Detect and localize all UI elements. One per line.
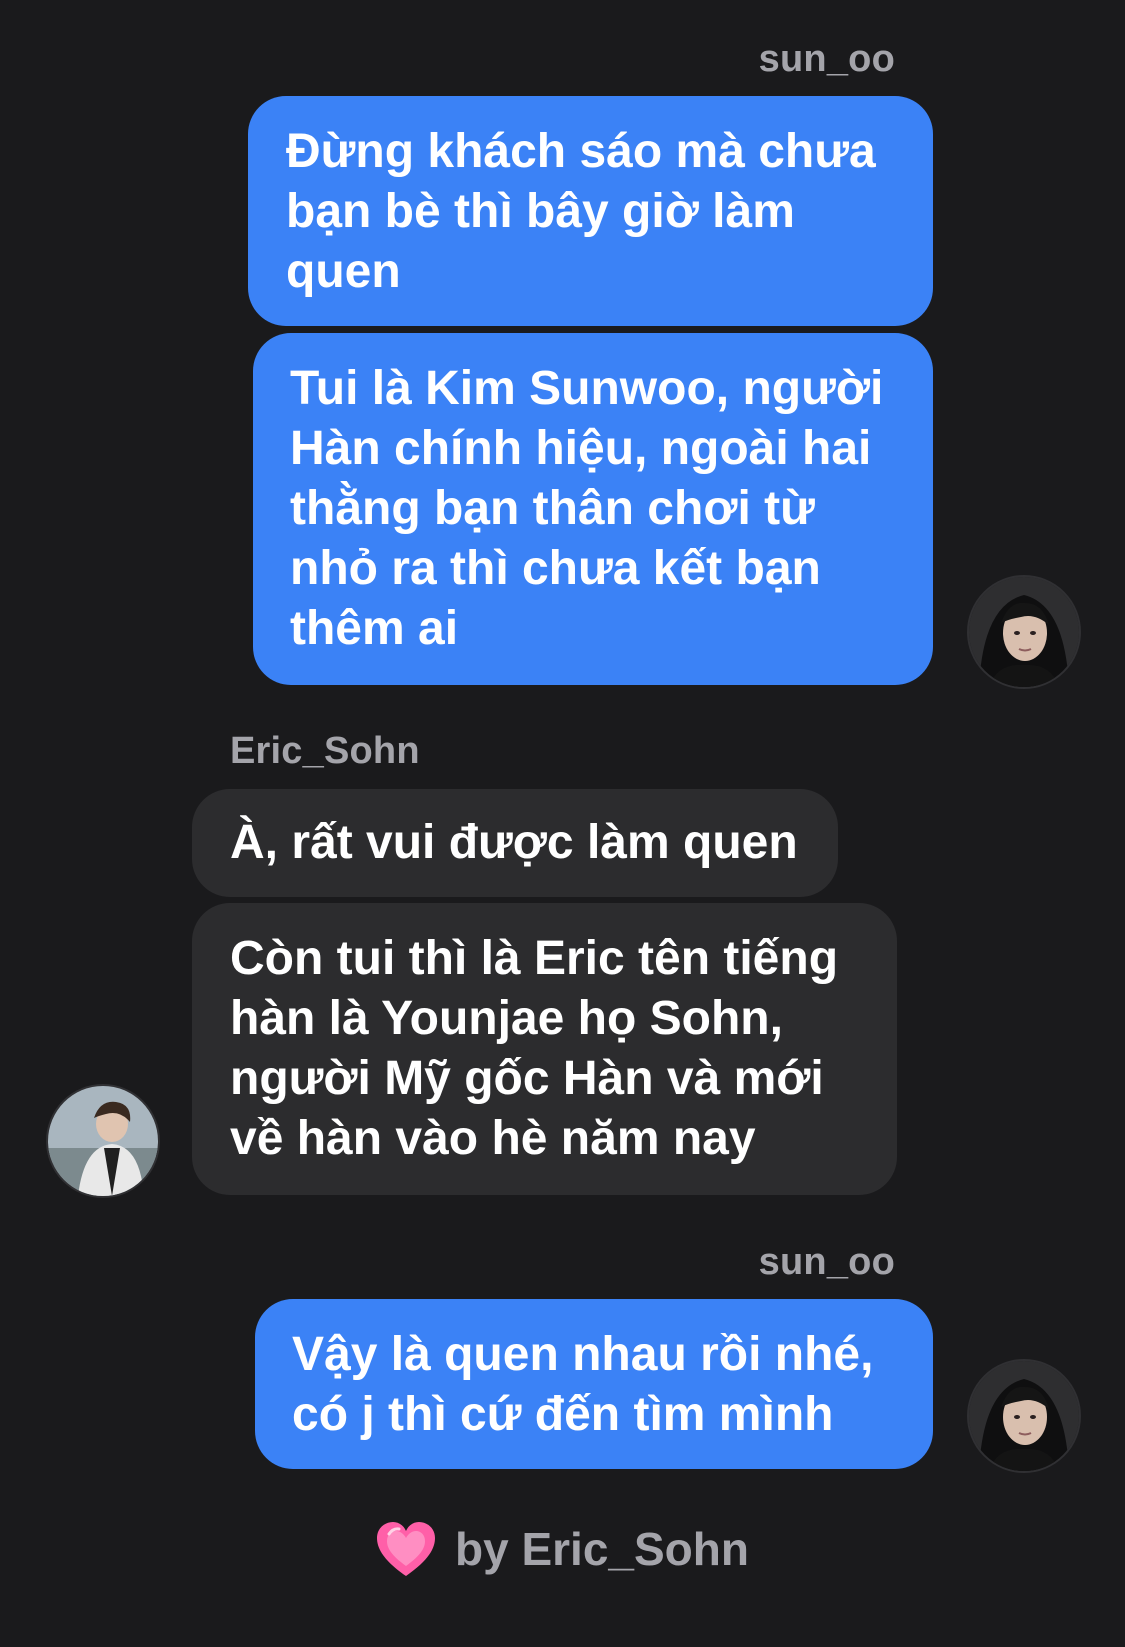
message-bubble[interactable]: Tui là Kim Sunwoo, người Hàn chính hiệu,… — [253, 333, 933, 685]
message-text: Còn tui thì là Eric tên tiếng hàn là You… — [230, 932, 839, 1165]
sender-name: sun_oo — [758, 38, 895, 80]
user-avatar-icon — [969, 1361, 1079, 1471]
message-bubble[interactable]: Còn tui thì là Eric tên tiếng hàn là You… — [192, 903, 897, 1195]
sender-name: sun_oo — [758, 1241, 895, 1283]
user-avatar-icon — [969, 577, 1079, 687]
message-bubble[interactable]: Đừng khách sáo mà chưa bạn bè thì bây gi… — [248, 96, 933, 326]
footer: by Eric_Sohn — [375, 1520, 749, 1578]
sender-name: Eric_Sohn — [230, 730, 420, 772]
message-bubble[interactable]: Vậy là quen nhau rồi nhé, có j thì cứ đế… — [255, 1299, 933, 1469]
avatar[interactable] — [967, 575, 1081, 689]
user-avatar-icon — [48, 1086, 158, 1196]
avatar[interactable] — [46, 1084, 160, 1198]
message-text: Đừng khách sáo mà chưa bạn bè thì bây gi… — [286, 125, 876, 298]
avatar[interactable] — [967, 1359, 1081, 1473]
message-text: Tui là Kim Sunwoo, người Hàn chính hiệu,… — [290, 362, 884, 655]
footer-text: by Eric_Sohn — [455, 1523, 749, 1575]
message-text: À, rất vui được làm quen — [230, 816, 798, 869]
message-bubble[interactable]: À, rất vui được làm quen — [192, 789, 838, 897]
pink-heart-icon — [375, 1520, 437, 1578]
message-text: Vậy là quen nhau rồi nhé, có j thì cứ đế… — [292, 1328, 874, 1441]
